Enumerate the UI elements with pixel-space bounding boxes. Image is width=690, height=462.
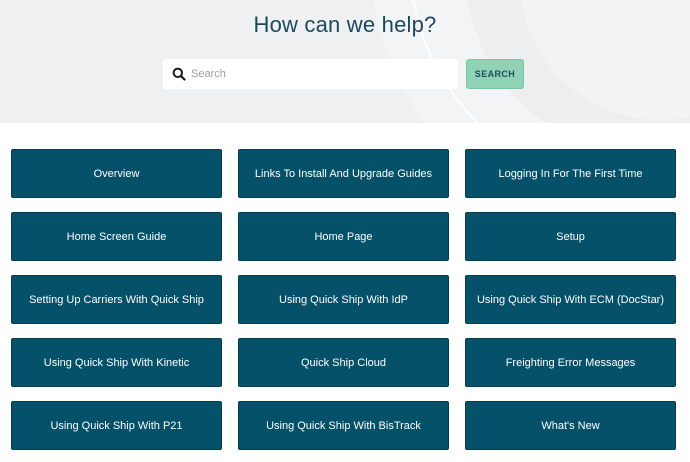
category-logging-in-first-time[interactable]: Logging In For The First Time <box>465 149 676 198</box>
page-title: How can we help? <box>253 12 437 37</box>
category-whats-new[interactable]: What's New <box>465 401 676 450</box>
category-home-screen-guide[interactable]: Home Screen Guide <box>11 212 222 261</box>
search-input[interactable] <box>191 59 451 89</box>
category-install-upgrade-guides[interactable]: Links To Install And Upgrade Guides <box>238 149 449 198</box>
category-home-page[interactable]: Home Page <box>238 212 449 261</box>
search-button[interactable]: SEARCH <box>466 59 524 89</box>
search-box[interactable] <box>163 59 458 89</box>
category-quick-ship-kinetic[interactable]: Using Quick Ship With Kinetic <box>11 338 222 387</box>
category-quick-ship-idp[interactable]: Using Quick Ship With IdP <box>238 275 449 324</box>
category-freighting-error-messages[interactable]: Freighting Error Messages <box>465 338 676 387</box>
hero-banner: How can we help? SEARCH <box>0 0 690 123</box>
search-icon <box>172 67 186 81</box>
category-setup[interactable]: Setup <box>465 212 676 261</box>
category-setting-up-carriers[interactable]: Setting Up Carriers With Quick Ship <box>11 275 222 324</box>
category-quick-ship-bistrack[interactable]: Using Quick Ship With BisTrack <box>238 401 449 450</box>
category-quick-ship-p21[interactable]: Using Quick Ship With P21 <box>11 401 222 450</box>
category-quick-ship-ecm[interactable]: Using Quick Ship With ECM (DocStar) <box>465 275 676 324</box>
category-grid: Overview Links To Install And Upgrade Gu… <box>11 149 676 450</box>
category-quick-ship-cloud[interactable]: Quick Ship Cloud <box>238 338 449 387</box>
category-overview[interactable]: Overview <box>11 149 222 198</box>
